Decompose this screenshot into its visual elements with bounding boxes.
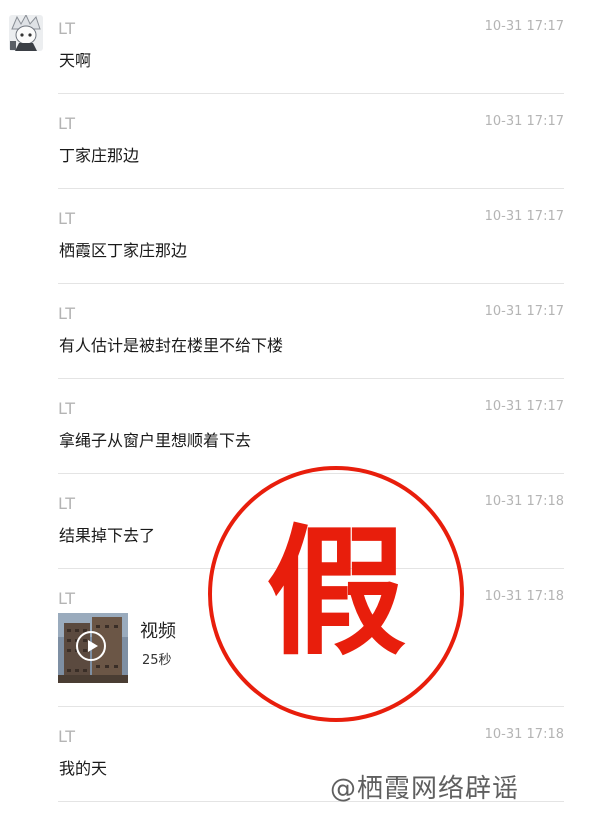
message-text: 栖霞区丁家庄那边	[59, 241, 188, 260]
sender-name: LT	[58, 399, 76, 418]
message-divider	[58, 378, 564, 379]
message-time: 10-31 17:17	[484, 114, 564, 129]
sender-name: LT	[58, 209, 76, 228]
sender-avatar[interactable]	[9, 15, 43, 51]
fake-stamp: 假	[206, 464, 466, 724]
sender-name: LT	[58, 727, 76, 746]
message-divider	[58, 283, 564, 284]
message-divider	[58, 93, 564, 94]
watermark: @栖霞网络辟谣	[330, 774, 520, 804]
sender-name: LT	[58, 494, 76, 513]
message-item: LT 10-31 17:17 有人估计是被封在楼里不给下楼	[58, 304, 564, 355]
video-title: 视频	[140, 621, 176, 642]
message-time: 10-31 17:18	[484, 494, 564, 509]
message-time: 10-31 17:17	[484, 304, 564, 319]
stamp-label: 假	[265, 512, 406, 675]
sender-name: LT	[58, 304, 76, 323]
message-time: 10-31 17:17	[484, 209, 564, 224]
message-item: LT 10-31 17:17 拿绳子从窗户里想顺着下去	[58, 399, 564, 450]
message-text: 结果掉下去了	[59, 526, 156, 545]
message-divider	[58, 188, 564, 189]
video-thumbnail[interactable]	[58, 613, 128, 683]
message-time: 10-31 17:17	[484, 399, 564, 414]
message-text: 丁家庄那边	[59, 146, 140, 165]
message-item: LT 10-31 17:17 天啊	[58, 19, 564, 70]
play-icon[interactable]	[76, 631, 106, 661]
message-text: 我的天	[59, 759, 108, 778]
message-text: 天啊	[59, 51, 92, 70]
message-time: 10-31 17:18	[484, 589, 564, 604]
message-time: 10-31 17:17	[484, 19, 564, 34]
message-item: LT 10-31 17:17 栖霞区丁家庄那边	[58, 209, 564, 260]
message-time: 10-31 17:18	[484, 727, 564, 742]
message-text: 拿绳子从窗户里想顺着下去	[59, 431, 252, 450]
message-text: 有人估计是被封在楼里不给下楼	[59, 336, 284, 355]
video-duration: 25秒	[142, 653, 172, 668]
sender-name: LT	[58, 114, 76, 133]
sender-name: LT	[58, 19, 76, 38]
message-item: LT 10-31 17:17 丁家庄那边	[58, 114, 564, 165]
sender-name: LT	[58, 589, 76, 608]
